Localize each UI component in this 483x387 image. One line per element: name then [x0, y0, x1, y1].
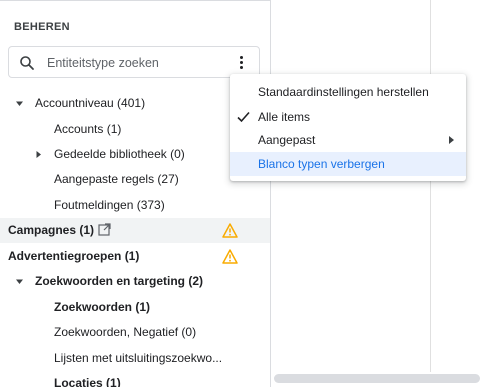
- warning-icon: [222, 249, 238, 264]
- tree-item-foutmeldingen[interactable]: Foutmeldingen (373): [0, 193, 270, 218]
- tree-item-label: Accountniveau (401): [35, 96, 146, 110]
- menu-item-alle-items[interactable]: Alle items: [230, 105, 466, 129]
- tree-item-label: Gedeelde bibliotheek (0): [54, 147, 185, 161]
- menu-item-label: Standaardinstellingen herstellen: [258, 85, 429, 99]
- tree-item-label: Locaties (1): [54, 376, 121, 387]
- tree-item-zoekwoorden[interactable]: Zoekwoorden (1): [0, 295, 270, 320]
- submenu-arrow-icon: [449, 136, 454, 144]
- menu-item-standaardinstellingen-herstellen[interactable]: Standaardinstellingen herstellen: [230, 80, 466, 104]
- search-icon: [20, 56, 34, 70]
- more-options-icon[interactable]: [232, 48, 250, 76]
- menu-item-blanco-typen-verbergen[interactable]: Blanco typen verbergen: [230, 152, 466, 176]
- sidebar: BEHEREN Accountniveau (401) Accounts (1)…: [0, 0, 271, 387]
- tree-item-locaties[interactable]: Locaties (1): [0, 371, 270, 387]
- column-divider: [430, 0, 431, 372]
- divider: [0, 0, 270, 1]
- options-menu: Standaardinstellingen herstellen Alle it…: [230, 74, 466, 181]
- tree-item-label: Advertentiegroepen (1): [8, 249, 140, 263]
- tree-item-label: Aangepaste regels (27): [54, 172, 179, 186]
- tree-item-label: Zoekwoorden en targeting (2): [35, 274, 204, 288]
- tree-item-label: Foutmeldingen (373): [54, 198, 165, 212]
- tree-item-label: Accounts (1): [54, 122, 122, 136]
- tree-item-uitsluitingslijsten[interactable]: Lijsten met uitsluitingszoekwo...: [0, 346, 270, 371]
- open-external-icon[interactable]: [98, 223, 111, 236]
- search-input[interactable]: [47, 54, 227, 72]
- caret-down-icon[interactable]: [15, 277, 24, 286]
- caret-down-icon[interactable]: [15, 99, 24, 108]
- menu-item-label: Aangepast: [258, 133, 316, 147]
- warning-icon: [222, 223, 238, 238]
- tree-item-label: Zoekwoorden, Negatief (0): [54, 325, 197, 339]
- tree-item-campagnes[interactable]: Campagnes (1): [0, 218, 270, 243]
- tree-item-label: Lijsten met uitsluitingszoekwo...: [54, 351, 223, 365]
- content-area: [271, 0, 483, 387]
- tree-item-label: Campagnes (1): [8, 223, 95, 237]
- section-title: BEHEREN: [14, 21, 70, 33]
- menu-item-aangepast[interactable]: Aangepast: [230, 128, 466, 152]
- tree-item-label: Zoekwoorden (1): [54, 300, 151, 314]
- tree-item-advertentiegroepen[interactable]: Advertentiegroepen (1): [0, 244, 270, 269]
- search-box: [8, 46, 260, 78]
- tree-item-zoekwoorden-en-targeting[interactable]: Zoekwoorden en targeting (2): [0, 269, 270, 294]
- menu-item-label: Alle items: [258, 110, 311, 124]
- menu-item-label: Blanco typen verbergen: [258, 157, 385, 171]
- horizontal-scrollbar[interactable]: [274, 374, 480, 383]
- caret-right-icon[interactable]: [34, 150, 43, 159]
- check-icon: [237, 111, 250, 123]
- tree-item-zoekwoorden-negatief[interactable]: Zoekwoorden, Negatief (0): [0, 320, 270, 345]
